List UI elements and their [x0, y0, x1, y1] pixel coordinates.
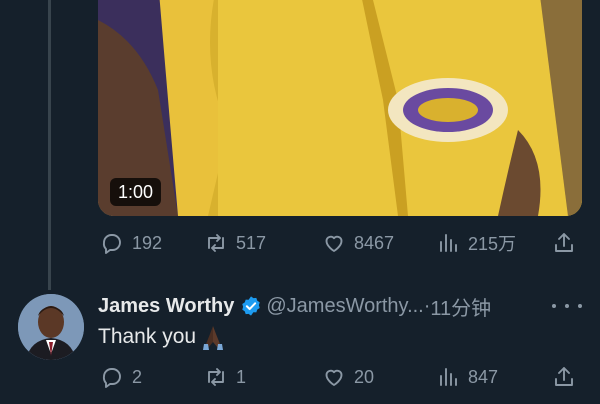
retweet-button[interactable]: 1 [204, 365, 246, 389]
video-duration: 1:00 [110, 178, 162, 206]
video-frame [98, 0, 582, 216]
share-icon [555, 367, 573, 386]
reply-icon [102, 234, 121, 254]
thread-line [48, 0, 51, 290]
retweet-icon [208, 368, 224, 386]
views-count: 847 [468, 366, 499, 387]
reply-count: 2 [132, 366, 143, 387]
reply-count: 192 [132, 232, 163, 253]
avatar[interactable] [18, 294, 84, 360]
like-icon [325, 369, 343, 386]
share-button[interactable] [552, 365, 576, 389]
retweet-button[interactable]: 517 [204, 231, 266, 255]
handle[interactable]: @JamesWorthy... [266, 295, 423, 318]
views-button[interactable]: 215万 [436, 230, 516, 256]
original-tweet-actions: 192 517 8467 215万 [98, 228, 582, 258]
reply-icon [102, 368, 121, 388]
reply-header: James Worthy @JamesWorthy... · 11分钟 [98, 292, 491, 320]
separator: · [423, 294, 431, 317]
timestamp[interactable]: 11分钟 [430, 292, 491, 321]
reply-tweet-actions: 2 1 20 847 [98, 362, 582, 392]
like-count: 8467 [354, 232, 395, 253]
reply-button[interactable]: 2 [100, 365, 142, 389]
more-dot [552, 304, 556, 308]
praying-hands-emoji [203, 326, 224, 350]
tweet-text: Thank you [98, 322, 228, 352]
retweet-count: 517 [236, 232, 267, 253]
like-button[interactable]: 20 [322, 365, 374, 389]
like-icon [325, 235, 343, 252]
tweet-text-body: Thank you [98, 325, 197, 348]
like-count: 20 [354, 366, 375, 387]
views-button[interactable]: 847 [436, 365, 498, 389]
more-dot [565, 304, 569, 308]
views-icon [440, 234, 457, 252]
share-button[interactable] [552, 231, 576, 255]
views-count: 215万 [468, 234, 517, 254]
views-icon [440, 368, 457, 386]
avatar-image [18, 294, 84, 360]
share-icon [555, 233, 573, 252]
video-player[interactable]: 1:00 [98, 0, 582, 216]
retweet-icon [208, 234, 224, 252]
verified-badge-icon [242, 296, 261, 316]
more-dot [578, 304, 582, 308]
more-icon[interactable] [552, 296, 582, 316]
reply-button[interactable]: 192 [100, 231, 162, 255]
display-name[interactable]: James Worthy [98, 295, 234, 318]
retweet-count: 1 [236, 366, 247, 387]
like-button[interactable]: 8467 [322, 231, 394, 255]
